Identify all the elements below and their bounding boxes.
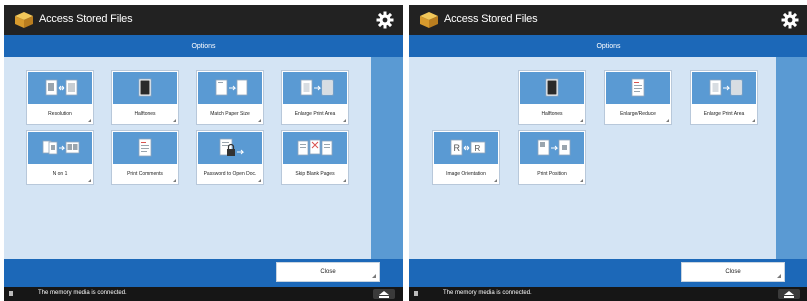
image-orientation-button[interactable]: R R Image Orientation [432,130,500,185]
n-on-1-button[interactable]: N on 1 [26,130,94,185]
print-position-icon [520,132,584,164]
resolution-icon [28,72,92,104]
corner-marker [666,119,669,122]
resolution-button[interactable]: Resolution [26,70,94,125]
enlarge-print-area-icon [692,72,756,104]
options-screen-left: Access Stored Files Options Resolution H… [4,5,403,301]
corner-marker [88,179,91,182]
status-message: The memory media is connected. [38,290,127,296]
skip-blank-pages-label: Skip Blank Pages [295,171,335,177]
corner-marker [173,119,176,122]
password-to-open-doc-button[interactable]: Password to Open Doc. [196,130,264,185]
enlarge-reduce-label: Enlarge/Reduce [620,111,656,117]
close-button[interactable]: Close [276,262,380,282]
image-orientation-label: Image Orientation [446,171,486,177]
halftones-button[interactable]: Halftones [518,70,586,125]
enlarge-print-area-label: Enlarge Print Area [703,111,745,117]
password-lock-icon [198,132,262,164]
svg-text:R: R [454,143,461,153]
corner-marker [494,179,497,182]
resolution-label: Resolution [48,111,72,117]
options-content: Halftones Enlarge/Reduce Enlarge Print A… [409,57,807,259]
enlarge-reduce-button[interactable]: Enlarge/Reduce [604,70,672,125]
skip-blank-pages-button[interactable]: Skip Blank Pages [281,130,349,185]
footer-bar: Close [409,259,807,287]
options-label: Options [191,43,216,50]
corner-marker [580,119,583,122]
enlarge-print-area-button[interactable]: Enlarge Print Area [690,70,758,125]
eject-icon [379,291,389,298]
status-bar: The memory media is connected. [409,287,807,301]
app-title: Access Stored Files [444,13,538,25]
corner-marker [258,119,261,122]
corner-marker [343,119,346,122]
memory-media-icon [414,291,418,296]
print-comments-icon [113,132,177,164]
halftones-label: Halftones [134,111,156,117]
corner-marker [777,274,781,278]
options-header: Options [4,35,403,57]
gear-icon[interactable] [781,11,799,29]
status-bar: The memory media is connected. [4,287,403,301]
halftones-button[interactable]: Halftones [111,70,179,125]
access-stored-files-icon [419,11,439,29]
eject-icon [784,291,794,298]
enlarge-print-area-label: Enlarge Print Area [294,111,336,117]
corner-marker [258,179,261,182]
svg-text:R: R [475,144,481,153]
eject-button[interactable] [778,289,800,299]
close-label: Close [725,269,741,275]
access-stored-files-icon [14,11,34,29]
print-comments-label: Print Comments [127,171,163,177]
skip-blank-pages-icon [283,132,347,164]
match-paper-size-label: Match Paper Size [210,111,250,117]
n-on-1-label: N on 1 [52,171,68,177]
title-bar: Access Stored Files [409,5,807,35]
corner-marker [580,179,583,182]
memory-media-icon [9,291,13,296]
password-to-open-doc-label: Password to Open Doc. [203,171,257,177]
halftones-label: Halftones [541,111,563,117]
options-screen-right: Access Stored Files Options Halftones En… [409,5,807,301]
enlarge-reduce-icon [606,72,670,104]
print-position-label: Print Position [537,171,567,177]
n-on-1-icon [28,132,92,164]
footer-bar: Close [4,259,403,287]
image-orientation-icon: R R [434,132,498,164]
title-bar: Access Stored Files [4,5,403,35]
halftones-icon [113,72,177,104]
corner-marker [752,119,755,122]
print-position-button[interactable]: Print Position [518,130,586,185]
corner-marker [372,274,376,278]
corner-marker [173,179,176,182]
close-label: Close [320,269,336,275]
options-label: Options [596,43,621,50]
options-content: Resolution Halftones Match Paper Size En… [4,57,403,259]
gear-icon[interactable] [376,11,394,29]
enlarge-print-area-icon [283,72,347,104]
options-grid: Resolution Halftones Match Paper Size En… [4,57,371,259]
match-paper-size-button[interactable]: Match Paper Size [196,70,264,125]
options-grid: Halftones Enlarge/Reduce Enlarge Print A… [409,57,776,259]
enlarge-print-area-button[interactable]: Enlarge Print Area [281,70,349,125]
app-title: Access Stored Files [39,13,133,25]
match-paper-size-icon [198,72,262,104]
halftones-icon [520,72,584,104]
close-button[interactable]: Close [681,262,785,282]
corner-marker [88,119,91,122]
options-header: Options [409,35,807,57]
print-comments-button[interactable]: Print Comments [111,130,179,185]
corner-marker [343,179,346,182]
status-message: The memory media is connected. [443,290,532,296]
eject-button[interactable] [373,289,395,299]
